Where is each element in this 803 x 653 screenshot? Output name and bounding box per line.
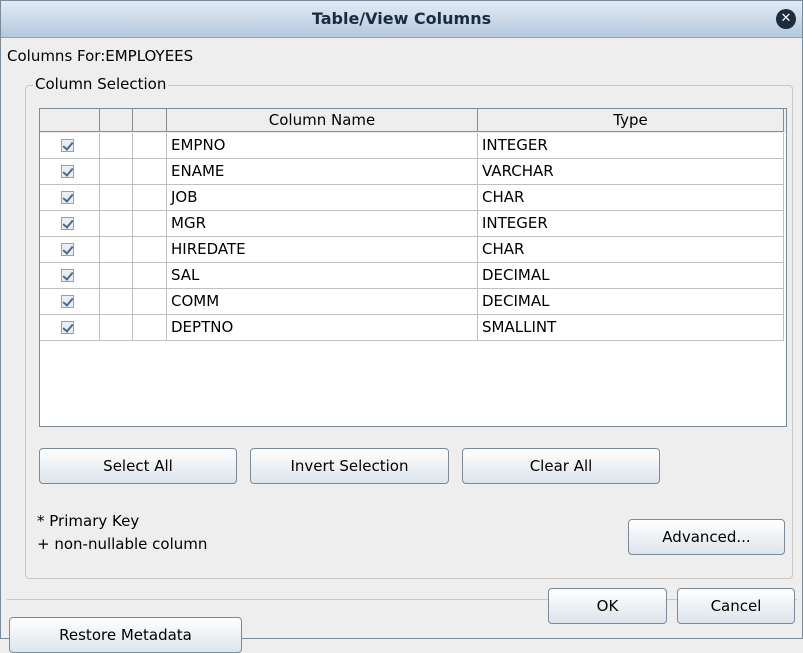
cancel-button[interactable]: Cancel bbox=[677, 588, 795, 624]
clear-all-button[interactable]: Clear All bbox=[462, 448, 660, 484]
header-type[interactable]: Type bbox=[478, 109, 784, 132]
nullable-cell bbox=[133, 159, 167, 185]
pk-cell bbox=[100, 185, 133, 211]
type-cell: INTEGER bbox=[478, 211, 784, 237]
row-checkbox-cell[interactable] bbox=[40, 185, 100, 211]
column-name-cell: EMPNO bbox=[167, 133, 478, 159]
table-row[interactable]: HIREDATE CHAR bbox=[40, 237, 786, 263]
table-row[interactable]: EMPNO INTEGER bbox=[40, 133, 786, 159]
nullable-cell bbox=[133, 289, 167, 315]
non-nullable-legend: + non-nullable column bbox=[37, 535, 208, 553]
checkbox-checked-icon[interactable] bbox=[61, 139, 74, 152]
checkbox-checked-icon[interactable] bbox=[61, 243, 74, 256]
type-cell: SMALLINT bbox=[478, 315, 784, 341]
checkbox-checked-icon[interactable] bbox=[61, 321, 74, 334]
columns-table: Column Name Type EMPNO INTEGER ENAME VAR… bbox=[39, 108, 787, 427]
column-selection-title: Column Selection bbox=[33, 75, 169, 93]
row-checkbox-cell[interactable] bbox=[40, 211, 100, 237]
row-checkbox-cell[interactable] bbox=[40, 289, 100, 315]
ok-button[interactable]: OK bbox=[548, 588, 667, 624]
type-cell: VARCHAR bbox=[478, 159, 784, 185]
table-header: Column Name Type bbox=[40, 109, 786, 133]
row-checkbox-cell[interactable] bbox=[40, 315, 100, 341]
pk-cell bbox=[100, 237, 133, 263]
type-cell: INTEGER bbox=[478, 133, 784, 159]
table-row[interactable]: COMM DECIMAL bbox=[40, 289, 786, 315]
type-cell: DECIMAL bbox=[478, 289, 784, 315]
checkbox-checked-icon[interactable] bbox=[61, 217, 74, 230]
column-name-cell: DEPTNO bbox=[167, 315, 478, 341]
primary-key-legend: * Primary Key bbox=[37, 512, 140, 530]
checkbox-checked-icon[interactable] bbox=[61, 165, 74, 178]
advanced-button[interactable]: Advanced... bbox=[628, 519, 785, 555]
nullable-cell bbox=[133, 263, 167, 289]
pk-cell bbox=[100, 211, 133, 237]
checkbox-checked-icon[interactable] bbox=[61, 295, 74, 308]
table-view-columns-dialog: Table/View Columns ✕ Columns For:EMPLOYE… bbox=[0, 0, 803, 653]
columns-for-label: Columns For:EMPLOYEES bbox=[7, 47, 194, 65]
column-name-cell: SAL bbox=[167, 263, 478, 289]
nullable-cell bbox=[133, 211, 167, 237]
header-column-name[interactable]: Column Name bbox=[167, 109, 478, 132]
nullable-cell bbox=[133, 133, 167, 159]
row-checkbox-cell[interactable] bbox=[40, 133, 100, 159]
restore-metadata-button[interactable]: Restore Metadata bbox=[9, 617, 242, 653]
pk-cell bbox=[100, 159, 133, 185]
header-pk[interactable] bbox=[100, 109, 133, 132]
header-select[interactable] bbox=[40, 109, 100, 132]
column-name-cell: MGR bbox=[167, 211, 478, 237]
table-row[interactable]: DEPTNO SMALLINT bbox=[40, 315, 786, 341]
header-nullable[interactable] bbox=[133, 109, 167, 132]
checkbox-checked-icon[interactable] bbox=[61, 191, 74, 204]
column-name-cell: HIREDATE bbox=[167, 237, 478, 263]
type-cell: CHAR bbox=[478, 185, 784, 211]
invert-selection-button[interactable]: Invert Selection bbox=[250, 448, 449, 484]
pk-cell bbox=[100, 263, 133, 289]
pk-cell bbox=[100, 133, 133, 159]
title-bar[interactable]: Table/View Columns ✕ bbox=[1, 1, 802, 38]
row-checkbox-cell[interactable] bbox=[40, 237, 100, 263]
nullable-cell bbox=[133, 237, 167, 263]
table-row[interactable]: MGR INTEGER bbox=[40, 211, 786, 237]
table-row[interactable]: JOB CHAR bbox=[40, 185, 786, 211]
column-name-cell: ENAME bbox=[167, 159, 478, 185]
close-icon[interactable]: ✕ bbox=[776, 9, 796, 29]
row-checkbox-cell[interactable] bbox=[40, 263, 100, 289]
type-cell: CHAR bbox=[478, 237, 784, 263]
table-row[interactable]: ENAME VARCHAR bbox=[40, 159, 786, 185]
nullable-cell bbox=[133, 315, 167, 341]
checkbox-checked-icon[interactable] bbox=[61, 269, 74, 282]
select-all-button[interactable]: Select All bbox=[39, 448, 237, 484]
pk-cell bbox=[100, 289, 133, 315]
column-name-cell: JOB bbox=[167, 185, 478, 211]
column-name-cell: COMM bbox=[167, 289, 478, 315]
nullable-cell bbox=[133, 185, 167, 211]
table-row[interactable]: SAL DECIMAL bbox=[40, 263, 786, 289]
dialog-title: Table/View Columns bbox=[311, 9, 492, 28]
type-cell: DECIMAL bbox=[478, 263, 784, 289]
pk-cell bbox=[100, 315, 133, 341]
row-checkbox-cell[interactable] bbox=[40, 159, 100, 185]
